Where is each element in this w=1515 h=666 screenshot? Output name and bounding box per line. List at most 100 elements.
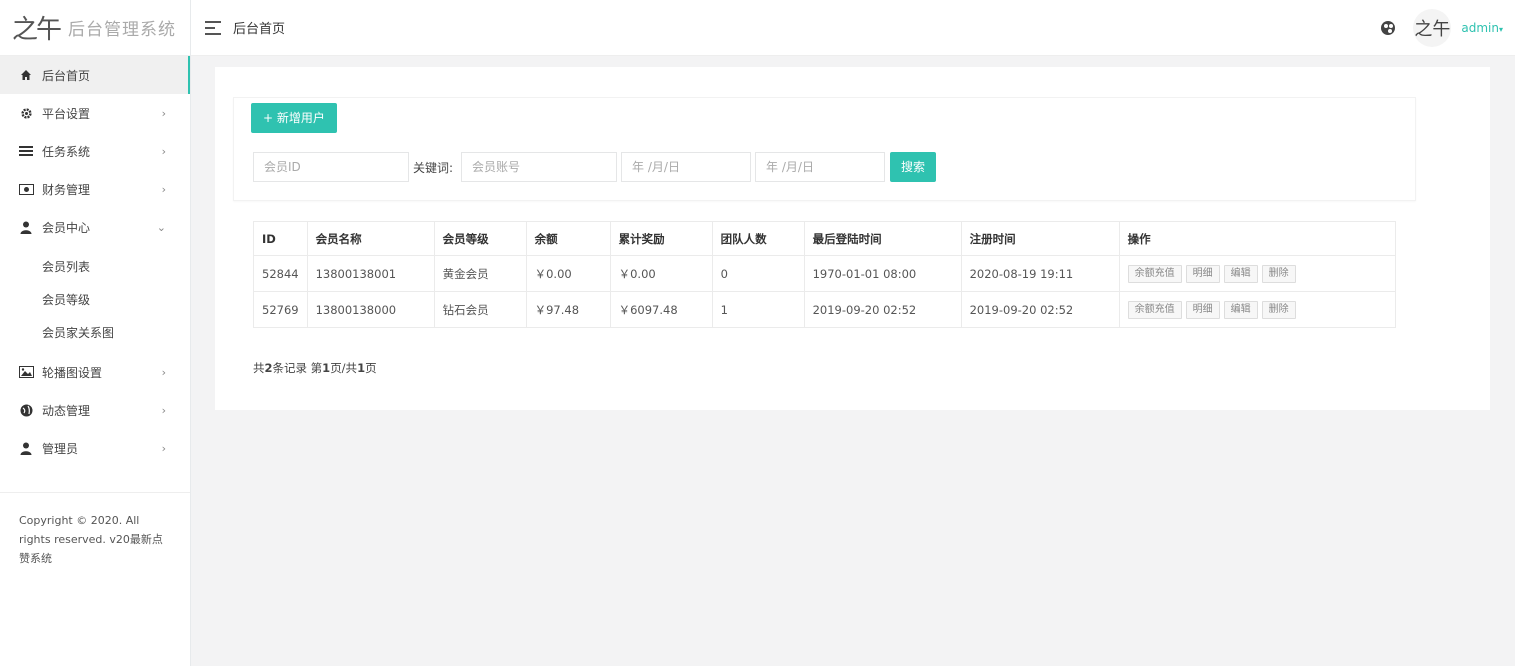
logo-title: 后台管理系统 xyxy=(68,20,177,40)
caret-down-icon: ▾ xyxy=(1498,24,1503,34)
header-right: 之午 admin▾ xyxy=(1381,8,1503,47)
add-user-button[interactable]: + 新增用户 xyxy=(251,103,337,133)
logo[interactable]: 之午 后台管理系统 xyxy=(0,0,190,56)
detail-button[interactable]: 明细 xyxy=(1185,264,1220,283)
cell-team: 1 xyxy=(711,291,805,328)
cell-level: 钻石会员 xyxy=(433,291,527,328)
edit-button[interactable]: 编辑 xyxy=(1223,264,1258,283)
col-header-actions: 操作 xyxy=(1118,221,1397,256)
home-icon xyxy=(18,67,34,83)
cell-id: 52769 xyxy=(253,291,308,328)
delete-button[interactable]: 删除 xyxy=(1261,264,1296,283)
pager-text: 条记录 第 xyxy=(272,361,323,375)
cell-last-login: 1970-01-01 08:00 xyxy=(803,255,962,292)
chevron-right-icon: › xyxy=(161,144,166,158)
user-icon xyxy=(18,440,34,456)
table-row: 52769 13800138000 钻石会员 ￥97.48 ￥6097.48 1… xyxy=(253,291,1397,328)
col-header-register: 注册时间 xyxy=(960,221,1120,256)
detail-button[interactable]: 明细 xyxy=(1185,300,1220,319)
cell-actions: 余额充值 明细 编辑 删除 xyxy=(1118,291,1397,328)
member-submenu: 会员列表 会员等级 会员家关系图 xyxy=(0,246,190,353)
chevron-right-icon: › xyxy=(161,403,166,417)
pager-text: 共 xyxy=(253,361,265,375)
col-header-reward: 累计奖励 xyxy=(609,221,713,256)
member-account-input[interactable] xyxy=(461,152,618,182)
menu-toggle-icon[interactable] xyxy=(205,20,221,35)
toolbar-panel xyxy=(233,97,1416,201)
edit-button[interactable]: 编辑 xyxy=(1223,300,1258,319)
col-header-last-login: 最后登陆时间 xyxy=(803,221,962,256)
col-header-balance: 余额 xyxy=(525,221,611,256)
logo-mark: 之午 xyxy=(12,15,62,45)
pagination-info: 共2条记录 第1页/共1页 xyxy=(253,360,377,376)
chevron-right-icon: › xyxy=(161,365,166,379)
cell-name: 13800138000 xyxy=(306,291,435,328)
sidebar-item-admin[interactable]: 管理员 › xyxy=(0,429,190,467)
sidebar-item-news[interactable]: 动态管理 › xyxy=(0,391,190,429)
cell-team: 0 xyxy=(711,255,805,292)
table-row: 52844 13800138001 黄金会员 ￥0.00 ￥0.00 0 197… xyxy=(253,255,1397,292)
cell-last-login: 2019-09-20 02:52 xyxy=(803,291,962,328)
sidebar-subitem-member-relation[interactable]: 会员家关系图 xyxy=(0,316,190,349)
cell-balance: ￥97.48 xyxy=(525,291,611,328)
cell-register: 2019-09-20 02:52 xyxy=(960,291,1120,328)
sidebar-item-member-center[interactable]: 会员中心 ⌄ xyxy=(0,208,190,246)
user-name: admin xyxy=(1461,20,1499,35)
sidebar-item-home[interactable]: 后台首页 xyxy=(0,56,190,94)
sidebar-item-label: 平台设置 xyxy=(42,106,91,121)
cell-reward: ￥6097.48 xyxy=(609,291,713,328)
breadcrumb: 后台首页 xyxy=(233,22,286,37)
sidebar-item-label: 会员中心 xyxy=(42,220,91,235)
sidebar-item-finance[interactable]: 财务管理 › xyxy=(0,170,190,208)
col-header-id: ID xyxy=(253,221,308,256)
money-icon xyxy=(18,181,34,197)
cell-balance: ￥0.00 xyxy=(525,255,611,292)
sidebar-item-task-system[interactable]: 任务系统 › xyxy=(0,132,190,170)
copyright-text: Copyright © 2020. All rights reserved. v… xyxy=(0,492,190,568)
user-menu[interactable]: admin▾ xyxy=(1461,21,1503,35)
pager-text: 页/共 xyxy=(330,361,358,375)
cell-name: 13800138001 xyxy=(306,255,435,292)
sidebar: 之午 后台管理系统 后台首页 平台设置 › 任务系统 › 财务管理 › 会员中心… xyxy=(0,0,191,666)
total-pages: 1 xyxy=(357,361,366,375)
sidebar-item-carousel[interactable]: 轮播图设置 › xyxy=(0,353,190,391)
sidebar-nav: 后台首页 平台设置 › 任务系统 › 财务管理 › 会员中心 ⌄ 会员列表 会员… xyxy=(0,56,190,467)
cell-actions: 余额充值 明细 编辑 删除 xyxy=(1118,255,1397,292)
recharge-button[interactable]: 余额充值 xyxy=(1127,264,1182,283)
cell-reward: ￥0.00 xyxy=(609,255,713,292)
cell-register: 2020-08-19 19:11 xyxy=(960,255,1120,292)
date-start-input[interactable] xyxy=(621,152,752,182)
keyword-label: 关键词: xyxy=(413,160,454,175)
search-row: 关键词: 搜索 xyxy=(253,152,937,182)
recharge-button[interactable]: 余额充值 xyxy=(1127,300,1182,319)
sidebar-subitem-member-list[interactable]: 会员列表 xyxy=(0,250,190,283)
gear-icon xyxy=(18,105,34,121)
image-icon xyxy=(18,364,34,380)
search-button[interactable]: 搜索 xyxy=(890,152,937,182)
col-header-name: 会员名称 xyxy=(306,221,435,256)
pager-text: 页 xyxy=(365,361,377,375)
col-header-team: 团队人数 xyxy=(711,221,805,256)
sidebar-subitem-member-level[interactable]: 会员等级 xyxy=(0,283,190,316)
col-header-level: 会员等级 xyxy=(433,221,527,256)
chevron-right-icon: › xyxy=(161,182,166,196)
table-header-row: ID 会员名称 会员等级 余额 累计奖励 团队人数 最后登陆时间 注册时间 操作 xyxy=(253,221,1397,256)
sidebar-item-label: 管理员 xyxy=(42,441,79,456)
member-table: ID 会员名称 会员等级 余额 累计奖励 团队人数 最后登陆时间 注册时间 操作… xyxy=(253,221,1397,328)
sidebar-item-platform-settings[interactable]: 平台设置 › xyxy=(0,94,190,132)
sidebar-item-label: 动态管理 xyxy=(42,403,91,418)
delete-button[interactable]: 删除 xyxy=(1261,300,1296,319)
current-page: 1 xyxy=(322,361,331,375)
member-id-input[interactable] xyxy=(253,152,409,182)
record-count: 2 xyxy=(264,361,273,375)
sidebar-item-label: 财务管理 xyxy=(42,182,91,197)
avatar[interactable]: 之午 xyxy=(1413,8,1452,47)
globe-icon xyxy=(18,402,34,418)
list-icon xyxy=(18,143,34,159)
chevron-right-icon: › xyxy=(161,106,166,120)
top-header: 后台首页 之午 admin▾ xyxy=(191,0,1515,56)
sidebar-item-label: 轮播图设置 xyxy=(42,365,103,380)
date-end-input[interactable] xyxy=(755,152,886,182)
chevron-right-icon: › xyxy=(161,441,166,455)
palette-icon[interactable] xyxy=(1381,20,1396,35)
